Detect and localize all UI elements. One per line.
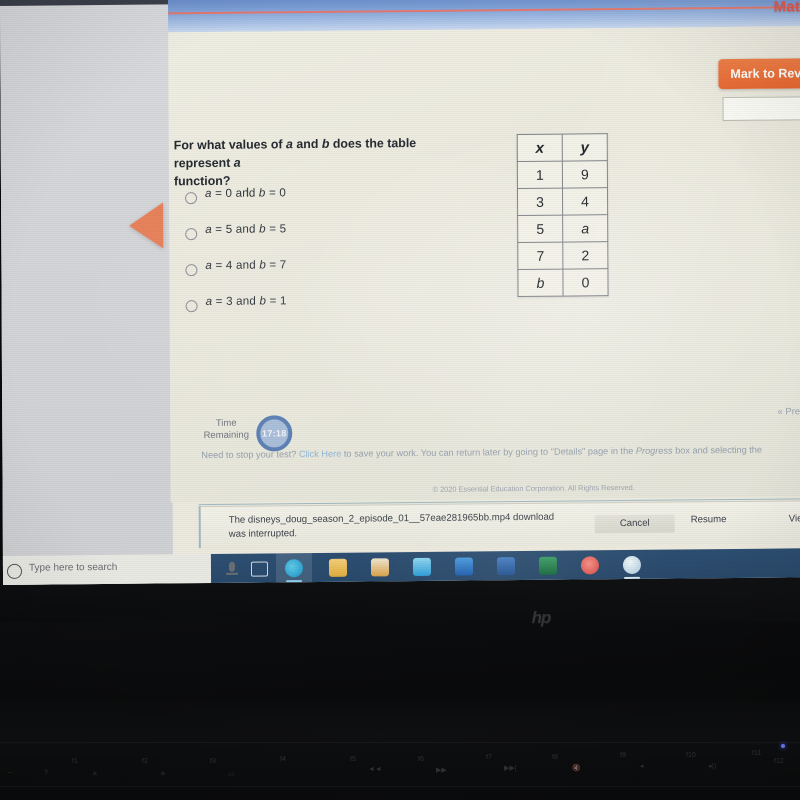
keyboard-seam [0,742,800,743]
taskbar-search-input[interactable]: Type here to search [29,562,117,574]
table-cell: 4 [562,187,608,216]
microphone-icon[interactable] [228,561,235,572]
hp-logo: hp [531,608,552,627]
answer-option-label: a = 4 and b = 7 [205,258,287,273]
text-cursor-icon: I [245,184,250,200]
table-cell: 3 [517,188,563,216]
table-row: 1 9 [517,160,608,189]
keyboard-function-row[interactable]: ~ ? f1 ✳ f2 ✳ f3 ▭ f4 f5 ◄◄ f6 ▶▶ f7 ▶▶|… [0,748,800,778]
click-here-link[interactable]: Click Here [299,449,341,459]
table-cell: 1 [517,161,563,189]
answer-option-3[interactable]: a = 4 and b = 7 [185,257,485,296]
timer-value: 17:18 [261,428,287,439]
download-notification-bar: The disneys_doug_season_2_episode_01__57… [198,499,800,550]
cortana-circle-icon[interactable] [6,563,23,579]
table-cell: 2 [562,241,608,270]
table-cell: a [562,214,608,243]
mark-to-review-button[interactable]: Mark to Rev [718,57,800,90]
word-icon[interactable] [496,557,516,576]
timer-label-line2: Remaining [203,429,250,442]
table-cell: 9 [562,160,608,189]
timer-label-line1: Time [215,417,237,429]
power-led-indicator [781,744,785,748]
previous-link[interactable]: « Pre [777,406,800,417]
laptop-screen: Mat Mark to Rev For what values of a and… [0,0,800,585]
file-explorer-icon[interactable] [328,558,348,577]
table-cell: 7 [517,242,563,270]
download-view-downloads-button[interactable]: View d [789,513,800,531]
table-header-row: x y [517,133,608,162]
answer-option-label: a = 3 and b = 1 [205,294,287,309]
photo-scene: hp ~ ? f1 ✳ f2 ✳ f3 ▭ f4 f5 ◄◄ f6 ▶▶ f7 … [0,0,800,800]
stop-note-emphasis: Progress [635,445,673,456]
radio-button-icon[interactable] [185,192,198,205]
table-cell: 5 [517,215,563,243]
download-message-line1: The disneys_doug_season_2_episode_01__57… [228,511,555,526]
answer-options-list: a = 0 and b = 0 a = 5 and b = 5 a = 4 an… [185,185,486,332]
table-row: b 0 [517,268,609,297]
download-cancel-button[interactable]: Cancel [594,514,675,534]
previous-question-arrow-icon[interactable] [129,202,164,249]
question-prompt-line1: For what values of a and b does the tabl… [173,136,417,171]
table-header-y: y [562,133,608,162]
answer-option-4[interactable]: a = 3 and b = 1 [185,293,486,332]
answer-entry-box[interactable] [722,95,800,122]
copyright-text: © 2020 Essential Education Corporation. … [432,482,635,494]
answer-option-label: a = 5 and b = 5 [205,222,287,237]
excel-icon[interactable] [538,556,558,575]
table-cell: b [517,269,564,297]
radio-button-icon[interactable] [185,228,198,241]
download-bar-accent [198,506,201,549]
task-view-icon[interactable] [250,561,269,577]
table-body: x y 1 9 3 4 5 a 7 2 b 0 [517,133,609,297]
outlook-icon[interactable] [454,557,474,576]
mail-icon[interactable] [412,557,432,577]
answer-option-1[interactable]: a = 0 and b = 0 [185,185,485,224]
microsoft-store-icon[interactable] [370,558,390,577]
timer-circle-icon: 17:18 [256,415,293,452]
edge-browser-icon[interactable] [284,559,304,578]
page-title: Mat [773,0,800,16]
download-message: The disneys_doug_season_2_episode_01__57… [229,510,579,541]
radio-button-icon[interactable] [185,264,198,277]
radio-button-icon[interactable] [185,300,198,313]
taskbar-running-indicator [286,580,303,583]
answer-option-2[interactable]: a = 5 and b = 5 [185,221,485,260]
table-row: 5 a [517,214,608,243]
function-data-table: x y 1 9 3 4 5 a 7 2 b 0 [517,133,609,297]
table-header-x: x [517,134,563,162]
timer-label: Time Remaining [198,418,254,443]
table-row: 7 2 [517,241,608,270]
keyboard-seam [0,786,800,787]
stop-note-pre: Need to stop your test? [201,449,299,461]
browser-chrome-left [0,0,174,585]
media-player-icon[interactable] [580,556,600,575]
download-resume-button[interactable]: Resume [691,514,727,532]
question-prompt: For what values of a and b does the tabl… [174,133,474,190]
stop-note-post: box and selecting the [672,444,763,456]
table-row: 3 4 [517,187,608,216]
download-message-line2: was interrupted. [228,528,298,540]
table-cell: 0 [562,268,609,297]
taskbar-running-indicator [624,576,641,580]
app-icon[interactable] [622,555,642,575]
